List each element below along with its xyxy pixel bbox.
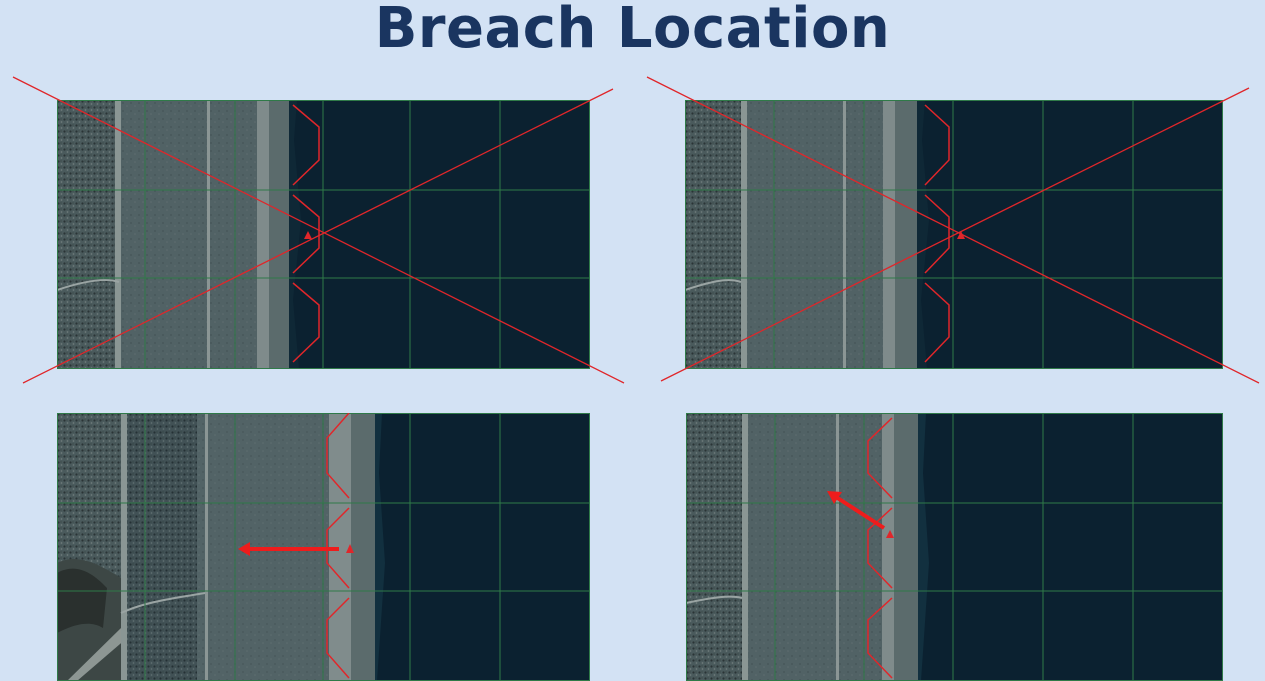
aerial-panel-top-right	[685, 100, 1223, 369]
aerial-image	[57, 413, 590, 681]
aerial-panel-bottom-left	[57, 413, 590, 681]
aerial-image	[686, 413, 1223, 681]
aerial-image	[685, 100, 1223, 369]
aerial-panel-top-left	[57, 100, 590, 369]
slide-title: Breach Location	[374, 0, 891, 61]
aerial-image	[57, 100, 590, 369]
aerial-panel-bottom-right	[686, 413, 1223, 681]
